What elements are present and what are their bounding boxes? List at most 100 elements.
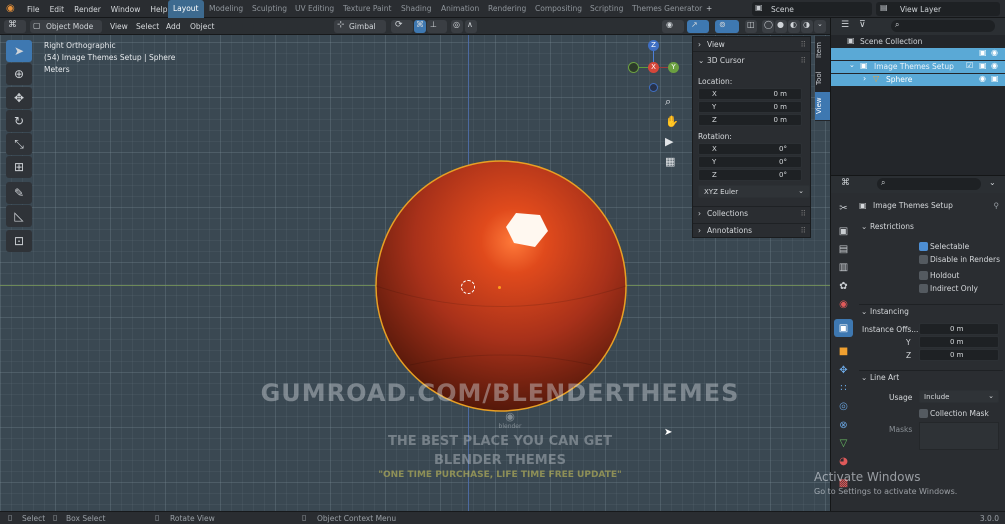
- line-art-section-header[interactable]: ⌄ Line Art: [859, 370, 1003, 384]
- tab-texture-paint[interactable]: Texture Paint: [338, 0, 396, 18]
- restrictions-section-header[interactable]: ⌄ Restrictions: [859, 220, 1003, 234]
- overlays-toggle[interactable]: ⊚: [715, 20, 739, 33]
- tab-themes-generator[interactable]: Themes Generator: [627, 0, 707, 18]
- camera-icon[interactable]: ▣: [991, 74, 999, 83]
- select-tool[interactable]: ➤: [6, 40, 32, 62]
- tool-properties-tab[interactable]: ✂: [834, 199, 853, 217]
- camera-icon[interactable]: ▣: [979, 61, 987, 70]
- shading-material[interactable]: ◐: [788, 20, 800, 33]
- header-menu-add[interactable]: Add: [166, 18, 181, 35]
- material-properties-tab[interactable]: ◕: [834, 452, 853, 470]
- measure-tool[interactable]: ◺: [6, 205, 32, 227]
- menu-edit[interactable]: Edit: [45, 5, 70, 14]
- header-menu-object[interactable]: Object: [190, 18, 214, 35]
- view-section-header[interactable]: › View ⠿: [693, 38, 810, 52]
- cursor-tool[interactable]: ⊕: [6, 63, 32, 85]
- pin-icon[interactable]: ⚲: [994, 199, 1000, 213]
- tab-tool[interactable]: Tool: [815, 64, 830, 92]
- physics-properties-tab[interactable]: ◎: [834, 397, 853, 415]
- drag-handle-icon[interactable]: ⠿: [801, 54, 807, 68]
- gizmo-neg-z[interactable]: [649, 83, 658, 92]
- add-cube-tool[interactable]: ⊡: [6, 230, 32, 252]
- data-properties-tab[interactable]: ▽: [834, 434, 853, 452]
- tab-scripting[interactable]: Scripting: [585, 0, 628, 18]
- annotate-tool[interactable]: ✎: [6, 182, 32, 204]
- menu-window[interactable]: Window: [106, 5, 146, 14]
- gizmo-neg-y[interactable]: [628, 62, 639, 73]
- tab-uv-editing[interactable]: UV Editing: [290, 0, 339, 18]
- world-properties-tab[interactable]: ◉: [834, 295, 853, 313]
- shading-rendered[interactable]: ◑: [801, 20, 813, 33]
- properties-search-input[interactable]: ⌕: [877, 178, 981, 190]
- transform-tool[interactable]: ⊞: [6, 156, 32, 178]
- masks-grid[interactable]: [919, 422, 999, 450]
- annotations-section-header[interactable]: › Annotations ⠿: [693, 223, 810, 237]
- tab-modeling[interactable]: Modeling: [204, 0, 248, 18]
- rotation-mode-dropdown[interactable]: XYZ Euler ⌄: [698, 185, 810, 198]
- object-properties-tab[interactable]: ■: [834, 342, 853, 360]
- snap-settings-button[interactable]: ⊥: [427, 20, 447, 33]
- view-layer-selector[interactable]: ▤ View Layer: [876, 2, 1000, 16]
- eye-icon[interactable]: ◉: [991, 61, 998, 70]
- modifier-properties-tab[interactable]: ✥: [834, 361, 853, 379]
- navigation-gizmo[interactable]: Z X Y: [628, 40, 680, 92]
- tab-item[interactable]: Item: [815, 36, 830, 64]
- rotation-y-field[interactable]: Y 0°: [698, 156, 802, 168]
- header-menu-select[interactable]: Select: [136, 18, 159, 35]
- instance-offset-y-field[interactable]: 0 m: [919, 336, 999, 348]
- chevron-down-icon[interactable]: ⌄: [989, 178, 996, 187]
- constraints-properties-tab[interactable]: ⊗: [834, 416, 853, 434]
- outliner-row-scene-collection[interactable]: ▣ Scene Collection: [831, 36, 1005, 48]
- eye-icon[interactable]: ◉: [991, 48, 998, 57]
- cursor-section-header[interactable]: ⌄ 3D Cursor ⠿: [693, 54, 810, 68]
- sphere-object[interactable]: [370, 155, 632, 417]
- collections-section-header[interactable]: › Collections ⠿: [693, 206, 810, 220]
- particles-properties-tab[interactable]: ∷: [834, 379, 853, 397]
- header-menu-view[interactable]: View: [110, 18, 128, 35]
- instance-offset-z-field[interactable]: 0 m: [919, 349, 999, 361]
- shading-wireframe[interactable]: ◯: [762, 20, 774, 33]
- add-workspace-button[interactable]: +: [701, 0, 717, 18]
- snap-toggle[interactable]: ⌘: [414, 20, 426, 33]
- hand-pan-icon[interactable]: ✋: [665, 115, 679, 129]
- rotation-x-field[interactable]: X 0°: [698, 143, 802, 155]
- tab-shading[interactable]: Shading: [396, 0, 436, 18]
- zoom-icon[interactable]: ⌕: [665, 95, 679, 109]
- location-x-field[interactable]: X 0 m: [698, 88, 802, 100]
- disable-renders-checkbox[interactable]: [919, 255, 928, 264]
- eye-icon[interactable]: ◉: [979, 74, 986, 83]
- view-layer-properties-tab[interactable]: ▥: [834, 258, 853, 276]
- selectable-checkbox[interactable]: [919, 242, 928, 251]
- output-properties-tab[interactable]: ▤: [834, 240, 853, 258]
- 3d-cursor[interactable]: [461, 280, 475, 294]
- move-tool[interactable]: ✥: [6, 87, 32, 109]
- gizmo-toggle[interactable]: ↗: [687, 20, 709, 33]
- filter-icon[interactable]: ⊽: [859, 20, 866, 30]
- gizmo-y-axis[interactable]: Y: [668, 62, 679, 73]
- tab-view[interactable]: View: [815, 92, 830, 120]
- collection-mask-checkbox[interactable]: [919, 409, 928, 418]
- outliner-row-selected-hidden[interactable]: ▣ ◉: [831, 48, 1005, 60]
- tab-animation[interactable]: Animation: [436, 0, 484, 18]
- visibility-button[interactable]: ◉: [662, 20, 684, 33]
- orientation-selector[interactable]: ⊹ Gimbal: [334, 20, 386, 33]
- shading-options[interactable]: ⌄: [814, 20, 826, 33]
- gizmo-z-axis[interactable]: Z: [648, 40, 659, 51]
- rotate-tool[interactable]: ↻: [6, 110, 32, 132]
- editor-type-button[interactable]: ⌘: [4, 20, 26, 33]
- usage-dropdown[interactable]: Include ⌄: [919, 390, 999, 403]
- indirect-only-checkbox[interactable]: [919, 284, 928, 293]
- outliner-row-sphere[interactable]: › ▽ Sphere ◉ ▣: [831, 74, 1005, 86]
- checkbox-icon[interactable]: ☑: [966, 61, 973, 70]
- proportional-editing-button[interactable]: ◎: [451, 20, 463, 33]
- tab-rendering[interactable]: Rendering: [483, 0, 531, 18]
- xray-toggle[interactable]: ◫: [745, 20, 757, 33]
- camera-icon[interactable]: ▶: [665, 135, 679, 149]
- scale-tool[interactable]: ⤡: [6, 133, 32, 155]
- tab-compositing[interactable]: Compositing: [530, 0, 587, 18]
- gizmo-x-axis[interactable]: X: [648, 62, 659, 73]
- rotation-z-field[interactable]: Z 0°: [698, 169, 802, 181]
- menu-file[interactable]: File: [22, 5, 45, 14]
- collection-properties-tab[interactable]: ▣: [834, 319, 853, 337]
- instancing-section-header[interactable]: ⌄ Instancing: [859, 304, 1003, 318]
